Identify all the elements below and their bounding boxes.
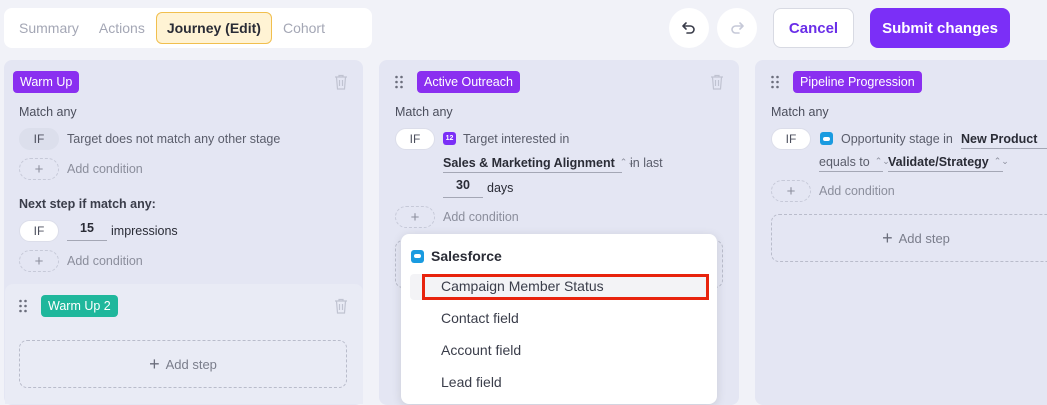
intent-source-icon: 12 — [443, 132, 456, 145]
days-input[interactable]: 30 — [443, 178, 483, 198]
topic-value: Sales & Marketing Alignment — [443, 155, 615, 170]
add-condition-label[interactable]: Add condition — [443, 210, 519, 224]
plus-icon: + — [882, 227, 893, 248]
trash-icon[interactable] — [710, 74, 724, 90]
plus-icon: + — [34, 160, 44, 178]
in-last-label: in last — [630, 156, 663, 170]
dropdown-group-title: Salesforce — [431, 248, 502, 264]
drag-handle-icon[interactable] — [394, 75, 404, 89]
if-pill: IF — [771, 128, 811, 150]
tab-actions[interactable]: Actions — [90, 13, 154, 43]
menu-item-account-field[interactable]: Account field — [441, 342, 521, 358]
days-label: days — [487, 181, 514, 195]
next-step-label: Next step if match any: — [19, 197, 156, 211]
undo-button[interactable] — [669, 8, 709, 48]
menu-item-lead-field[interactable]: Lead field — [441, 374, 502, 390]
tab-cohort[interactable]: Cohort — [274, 13, 334, 43]
cancel-button[interactable]: Cancel — [773, 8, 854, 48]
plus-icon: + — [149, 353, 160, 374]
submit-changes-button[interactable]: Submit changes — [870, 8, 1010, 48]
redo-icon — [731, 22, 744, 34]
redo-button[interactable] — [717, 8, 757, 48]
match-any-label: Match any — [19, 105, 77, 119]
stage-value-select[interactable]: Validate/Strategy ⌃⌄ — [888, 152, 1009, 172]
plus-icon: + — [786, 182, 796, 200]
stage-name-tag[interactable]: Warm Up 2 — [41, 295, 118, 317]
match-any-label: Match any — [395, 105, 453, 119]
drag-handle-icon[interactable] — [770, 75, 780, 89]
if-pill: IF — [19, 128, 59, 150]
condition-text: Target does not match any other stage — [67, 132, 281, 146]
match-any-label: Match any — [771, 105, 829, 119]
stage-value: Validate/Strategy — [888, 154, 989, 169]
if-pill: IF — [19, 220, 59, 242]
condition-text: Opportunity stage in — [841, 132, 953, 146]
salesforce-icon — [411, 249, 424, 263]
condition-type-dropdown: Salesforce Campaign Member Status Contac… — [401, 234, 717, 404]
product-value: New Product — [961, 131, 1038, 146]
topic-select[interactable]: Sales & Marketing Alignment ⌃⌄ — [443, 153, 635, 173]
add-condition-label[interactable]: Add condition — [819, 184, 895, 198]
tab-summary[interactable]: Summary — [10, 13, 88, 43]
undo-icon — [682, 22, 695, 34]
plus-icon: + — [34, 252, 44, 270]
product-select[interactable]: New Product — [961, 129, 1047, 149]
stage-name-tag[interactable]: Active Outreach — [417, 71, 520, 93]
condition-text: Target interested in — [463, 132, 570, 146]
trash-icon[interactable] — [334, 298, 348, 314]
add-step-label: Add step — [165, 356, 217, 372]
drag-handle-icon[interactable] — [18, 299, 28, 313]
add-condition-button[interactable]: + — [19, 250, 59, 272]
if-pill: IF — [395, 128, 435, 150]
salesforce-icon — [820, 132, 833, 145]
impressions-label: impressions — [111, 224, 178, 238]
chevron-updown-icon: ⌃⌄ — [993, 156, 1009, 166]
tab-journey-edit[interactable]: Journey (Edit) — [155, 12, 272, 44]
add-condition-button[interactable]: + — [771, 180, 811, 202]
dropdown-group-header: Salesforce — [411, 248, 502, 264]
add-step-label: Add step — [898, 230, 950, 246]
stage-name-tag[interactable]: Warm Up — [13, 71, 80, 93]
stage-name-tag[interactable]: Pipeline Progression — [793, 71, 922, 93]
view-tabs: Summary Actions Journey (Edit) Cohort — [4, 8, 372, 48]
impressions-input[interactable]: 15 — [67, 221, 107, 241]
add-condition-label[interactable]: Add condition — [67, 162, 143, 176]
add-step-button[interactable]: + Add step — [771, 214, 1047, 262]
highlight-box — [422, 274, 709, 300]
trash-icon[interactable] — [334, 74, 348, 90]
menu-item-contact-field[interactable]: Contact field — [441, 310, 519, 326]
plus-icon: + — [410, 208, 420, 226]
add-condition-label[interactable]: Add condition — [67, 254, 143, 268]
add-condition-button[interactable]: + — [395, 206, 435, 228]
add-step-button[interactable]: + Add step — [19, 340, 347, 388]
operator-select[interactable]: equals to ⌃⌄ — [819, 152, 890, 172]
operator-value: equals to — [819, 154, 870, 169]
add-condition-button[interactable]: + — [19, 158, 59, 180]
